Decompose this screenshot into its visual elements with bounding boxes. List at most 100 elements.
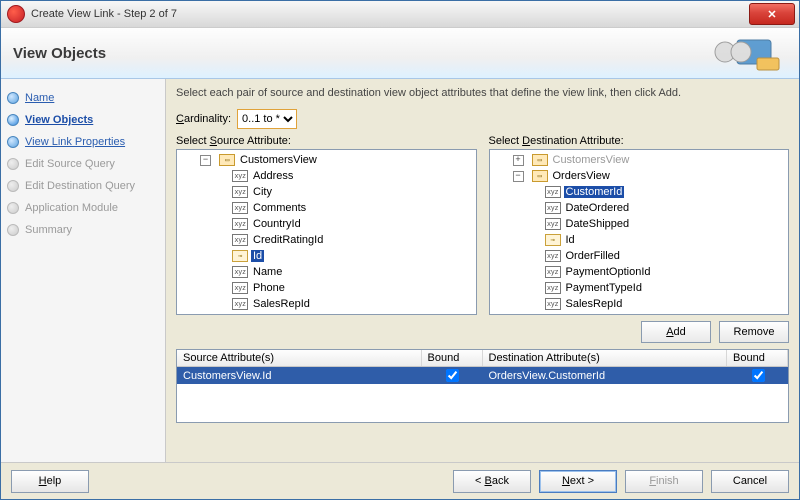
- node-label: SOrdCustomerIdFkAssoc: [251, 314, 380, 315]
- source-caption: Select Source Attribute:: [176, 135, 477, 147]
- tree-node[interactable]: xyzCity: [177, 184, 476, 200]
- wizard-footer: Help < Back Next > Finish Cancel: [1, 462, 799, 499]
- view-icon: ▭: [532, 170, 548, 182]
- node-label: Phone: [251, 282, 287, 294]
- close-icon: ✕: [767, 8, 776, 21]
- tree-node-root[interactable]: −▭CustomersView: [177, 152, 476, 168]
- tree-node[interactable]: xyzAddress: [177, 168, 476, 184]
- remove-button[interactable]: Remove: [719, 321, 789, 343]
- close-button[interactable]: ✕: [749, 3, 795, 25]
- back-button[interactable]: < Back: [453, 470, 531, 493]
- tree-node[interactable]: xyzPaymentTypeId: [490, 280, 789, 296]
- node-label: OrderFilled: [564, 250, 622, 262]
- xyz-icon: xyz: [232, 298, 248, 310]
- node-label: CustomerId: [564, 186, 625, 198]
- step-label: Application Module: [25, 202, 118, 214]
- mapping-row[interactable]: CustomersView.IdOrdersView.CustomerId: [177, 367, 788, 384]
- window-title: Create View Link - Step 2 of 7: [31, 8, 749, 20]
- tree-node[interactable]: ⊸Id: [177, 248, 476, 264]
- step-dot-icon: [7, 114, 19, 126]
- xyz-icon: xyz: [232, 234, 248, 246]
- step-view-link-properties[interactable]: View Link Properties: [5, 131, 161, 153]
- add-button[interactable]: Add: [641, 321, 711, 343]
- tree-node[interactable]: xyzPhone: [177, 280, 476, 296]
- xyz-icon: xyz: [232, 266, 248, 278]
- step-label: Edit Source Query: [25, 158, 115, 170]
- tree-node[interactable]: xyzCustomerId: [490, 184, 789, 200]
- bound-checkbox[interactable]: [446, 369, 459, 382]
- main-panel: Select each pair of source and destinati…: [166, 79, 799, 462]
- step-edit-source-query: Edit Source Query: [5, 153, 161, 175]
- tree-node[interactable]: xyzSalesRepId: [490, 296, 789, 312]
- tree-node[interactable]: xyzDateShipped: [490, 216, 789, 232]
- xyz-icon: xyz: [545, 282, 561, 294]
- cardinality-row: Cardinality: 0..1 to *: [176, 109, 789, 129]
- mapping-table: Source Attribute(s) Bound Destination At…: [176, 349, 789, 423]
- node-label: City: [251, 186, 274, 198]
- step-view-objects[interactable]: View Objects: [5, 109, 161, 131]
- expand-icon[interactable]: +: [513, 155, 524, 166]
- node-label: PaymentTypeId: [564, 282, 644, 294]
- tree-node[interactable]: ↪SOrdCustomerIdFkAssoc: [490, 312, 789, 315]
- add-remove-actions: Add Remove: [176, 321, 789, 343]
- next-button[interactable]: Next >: [539, 470, 617, 493]
- step-label[interactable]: Name: [25, 92, 54, 104]
- step-label[interactable]: View Objects: [25, 114, 93, 126]
- xyz-icon: xyz: [232, 282, 248, 294]
- xyz-icon: xyz: [545, 298, 561, 310]
- node-label: Id: [564, 234, 577, 246]
- tree-node[interactable]: xyzCountryId: [177, 216, 476, 232]
- help-button[interactable]: Help: [11, 470, 89, 493]
- collapse-icon[interactable]: −: [200, 155, 211, 166]
- tree-node[interactable]: xyzDateOrdered: [490, 200, 789, 216]
- tree-node[interactable]: +▭CustomersView: [490, 152, 789, 168]
- xyz-icon: xyz: [232, 170, 248, 182]
- collapse-icon[interactable]: −: [513, 171, 524, 182]
- step-label: Summary: [25, 224, 72, 236]
- header-decoration-icon: [687, 32, 787, 74]
- step-dot-icon: [7, 92, 19, 104]
- tree-node[interactable]: ↪SOrdCustomerIdFkAssoc: [177, 312, 476, 315]
- cardinality-select[interactable]: 0..1 to *: [237, 109, 297, 129]
- destination-caption: Select Destination Attribute:: [489, 135, 790, 147]
- col-bound-src: Bound: [422, 350, 483, 366]
- xyz-icon: xyz: [232, 218, 248, 230]
- tree-node[interactable]: xyzName: [177, 264, 476, 280]
- mapping-header: Source Attribute(s) Bound Destination At…: [177, 350, 788, 367]
- tree-node[interactable]: xyzSalesRepId: [177, 296, 476, 312]
- xyz-icon: xyz: [545, 202, 561, 214]
- step-dot-icon: [7, 136, 19, 148]
- key-icon: ⊸: [232, 250, 248, 262]
- tree-node[interactable]: xyzComments: [177, 200, 476, 216]
- node-label: CreditRatingId: [251, 234, 325, 246]
- tree-node-root[interactable]: −▭OrdersView: [490, 168, 789, 184]
- finish-button[interactable]: Finish: [625, 470, 703, 493]
- cancel-button[interactable]: Cancel: [711, 470, 789, 493]
- bound-checkbox[interactable]: [752, 369, 765, 382]
- tree-node[interactable]: xyzOrderFilled: [490, 248, 789, 264]
- assoc-icon: ↪: [232, 314, 248, 315]
- source-tree[interactable]: −▭CustomersViewxyzAddressxyzCityxyzComme…: [176, 149, 477, 315]
- node-label: SalesRepId: [564, 298, 625, 310]
- destination-tree[interactable]: +▭CustomersView−▭OrdersViewxyzCustomerId…: [489, 149, 790, 315]
- node-label: SOrdCustomerIdFkAssoc: [564, 314, 693, 315]
- node-label: Name: [251, 266, 284, 278]
- xyz-icon: xyz: [545, 186, 561, 198]
- step-dot-icon: [7, 158, 19, 170]
- tree-node[interactable]: xyzCreditRatingId: [177, 232, 476, 248]
- source-tree-column: Select Source Attribute: −▭CustomersView…: [176, 135, 477, 315]
- tree-node[interactable]: xyzPaymentOptionId: [490, 264, 789, 280]
- tree-node[interactable]: ⊸Id: [490, 232, 789, 248]
- mapping-bound-dst[interactable]: [728, 367, 788, 384]
- mapping-destination: OrdersView.CustomerId: [483, 367, 729, 384]
- node-label: Address: [251, 170, 295, 182]
- xyz-icon: xyz: [545, 218, 561, 230]
- step-name[interactable]: Name: [5, 87, 161, 109]
- wizard-steps-sidebar: Name View Objects View Link Properties Edit…: [1, 79, 166, 462]
- mapping-bound-src[interactable]: [423, 367, 483, 384]
- titlebar[interactable]: Create View Link - Step 2 of 7 ✕: [1, 1, 799, 28]
- step-label[interactable]: View Link Properties: [25, 136, 125, 148]
- col-source: Source Attribute(s): [177, 350, 422, 366]
- cardinality-label: Cardinality:: [176, 113, 231, 125]
- assoc-icon: ↪: [545, 314, 561, 315]
